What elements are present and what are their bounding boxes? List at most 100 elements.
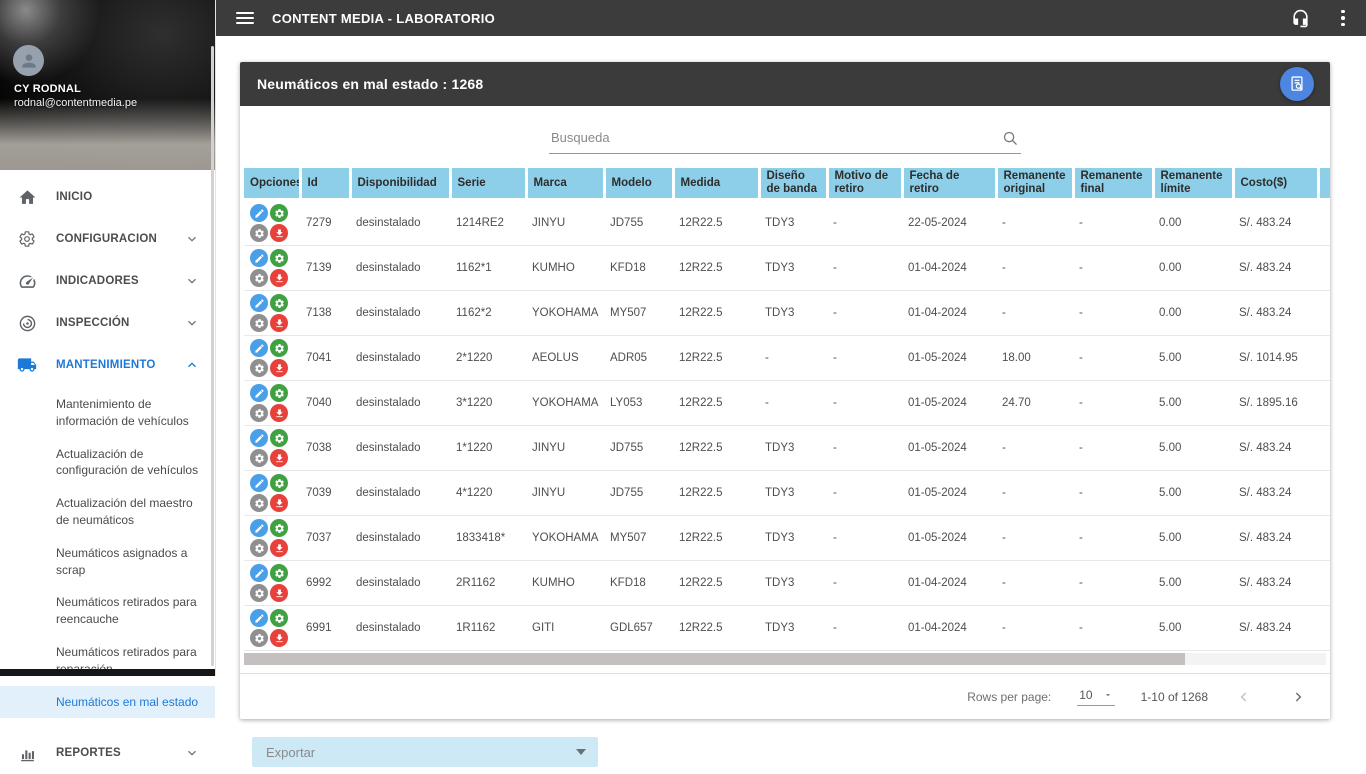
sidebar-item-configuracion[interactable]: CONFIGURACION <box>0 218 215 260</box>
green-settings-button[interactable] <box>270 294 288 312</box>
download-button[interactable] <box>270 314 288 332</box>
cell-medida: 12R22.5 <box>673 291 759 336</box>
green-settings-button[interactable] <box>270 339 288 357</box>
gray-settings-button[interactable] <box>250 224 268 242</box>
cell-opciones <box>244 426 300 471</box>
cell-extra <box>1318 336 1330 381</box>
submenu-mantenimiento-informacion-vehiculos[interactable]: Mantenimiento de información de vehículo… <box>0 388 215 438</box>
sidebar-item-mantenimiento[interactable]: MANTENIMIENTO <box>0 344 215 386</box>
sidebar-item-reportes[interactable]: REPORTES <box>0 732 215 774</box>
green-settings-button[interactable] <box>270 204 288 222</box>
download-button[interactable] <box>270 359 288 377</box>
previous-page-button[interactable] <box>1234 687 1254 707</box>
gray-settings-button[interactable] <box>250 269 268 287</box>
cell-costo: S/. 483.24 <box>1233 606 1318 651</box>
cell-id: 7138 <box>300 291 350 336</box>
table-row: 6992desinstalado2R1162KUMHOKFD1812R22.5T… <box>244 561 1330 606</box>
cell-fecha-retiro: 01-05-2024 <box>902 381 996 426</box>
green-settings-button[interactable] <box>270 519 288 537</box>
download-button[interactable] <box>270 629 288 647</box>
edit-button[interactable] <box>250 564 268 582</box>
submenu-neumaticos-mal-estado[interactable]: Neumáticos en mal estado <box>0 686 215 719</box>
download-button[interactable] <box>270 449 288 467</box>
gear-icon <box>274 343 285 354</box>
inspection-icon <box>17 313 37 333</box>
cell-extra <box>1318 381 1330 426</box>
green-settings-button[interactable] <box>270 384 288 402</box>
sidebar-item-inicio[interactable]: INICIO <box>0 176 215 218</box>
download-button[interactable] <box>270 494 288 512</box>
gear-icon <box>254 453 265 464</box>
submenu-actualizacion-maestro-neumaticos[interactable]: Actualización del maestro de neumáticos <box>0 487 215 537</box>
green-settings-button[interactable] <box>270 609 288 627</box>
headset-icon[interactable] <box>1288 6 1312 30</box>
sidebar-item-inspeccion[interactable]: INSPECCIÓN <box>0 302 215 344</box>
gray-settings-button[interactable] <box>250 539 268 557</box>
cell-costo: S/. 483.24 <box>1233 561 1318 606</box>
edit-button[interactable] <box>250 204 268 222</box>
cell-extra <box>1318 200 1330 246</box>
cell-costo: S/. 483.24 <box>1233 246 1318 291</box>
cell-extra <box>1318 606 1330 651</box>
cell-opciones <box>244 471 300 516</box>
cell-extra <box>1318 561 1330 606</box>
submenu-neumaticos-reparacion[interactable]: Neumáticos retirados para reparación <box>0 636 215 686</box>
chevron-left-icon <box>1236 689 1252 705</box>
chevron-up-icon <box>185 358 199 372</box>
cell-medida: 12R22.5 <box>673 561 759 606</box>
cell-marca: JINYU <box>526 200 604 246</box>
rows-per-page-select[interactable]: 10 <box>1077 688 1114 706</box>
search-icon[interactable] <box>1002 130 1019 152</box>
sidebar-item-indicadores[interactable]: INDICADORES <box>0 260 215 302</box>
download-button[interactable] <box>270 269 288 287</box>
sidebar-scrollbar[interactable] <box>211 46 214 666</box>
cell-motivo-retiro: - <box>827 606 902 651</box>
edit-button[interactable] <box>250 249 268 267</box>
cell-remanente-final: - <box>1073 561 1153 606</box>
edit-button[interactable] <box>250 609 268 627</box>
kebab-menu-icon[interactable] <box>1334 10 1352 27</box>
avatar[interactable] <box>13 45 44 76</box>
export-dropdown[interactable]: Exportar <box>252 737 598 767</box>
gray-settings-button[interactable] <box>250 584 268 602</box>
person-icon <box>19 51 39 71</box>
edit-button[interactable] <box>250 294 268 312</box>
file-search-button[interactable] <box>1280 67 1314 101</box>
menu-icon[interactable] <box>236 12 254 24</box>
download-button[interactable] <box>270 404 288 422</box>
edit-button[interactable] <box>250 519 268 537</box>
gray-settings-button[interactable] <box>250 359 268 377</box>
cell-remanente-final: - <box>1073 381 1153 426</box>
submenu-neumaticos-scrap[interactable]: Neumáticos asignados a scrap <box>0 537 215 587</box>
gray-settings-button[interactable] <box>250 314 268 332</box>
green-settings-button[interactable] <box>270 249 288 267</box>
search-input[interactable] <box>549 126 1021 154</box>
horizontal-scrollbar-thumb[interactable] <box>244 653 1185 665</box>
green-settings-button[interactable] <box>270 474 288 492</box>
green-settings-button[interactable] <box>270 564 288 582</box>
cell-serie: 4*1220 <box>450 471 526 516</box>
download-button[interactable] <box>270 539 288 557</box>
download-button[interactable] <box>270 224 288 242</box>
gray-settings-button[interactable] <box>250 449 268 467</box>
edit-button[interactable] <box>250 429 268 447</box>
gray-settings-button[interactable] <box>250 629 268 647</box>
gray-settings-button[interactable] <box>250 494 268 512</box>
pagination-bar: Rows per page: 10 1-10 of 1268 <box>240 673 1330 719</box>
edit-button[interactable] <box>250 339 268 357</box>
table-row: 7041desinstalado2*1220AEOLUSADR0512R22.5… <box>244 336 1330 381</box>
edit-button[interactable] <box>250 384 268 402</box>
column-header-motivo-de-retiro: Motivo de retiro <box>827 168 902 200</box>
column-header-dise-o-de-banda: Diseño de banda <box>759 168 827 200</box>
edit-button[interactable] <box>250 474 268 492</box>
column-header-disponibilidad: Disponibilidad <box>350 168 450 200</box>
download-button[interactable] <box>270 584 288 602</box>
next-page-button[interactable] <box>1288 687 1308 707</box>
green-settings-button[interactable] <box>270 429 288 447</box>
cell-fecha-retiro: 01-04-2024 <box>902 291 996 336</box>
gray-settings-button[interactable] <box>250 404 268 422</box>
cell-medida: 12R22.5 <box>673 336 759 381</box>
table-row: 7138desinstalado1162*2YOKOHAMAMY50712R22… <box>244 291 1330 336</box>
submenu-actualizacion-configuracion-vehiculos[interactable]: Actualización de configuración de vehícu… <box>0 438 215 488</box>
submenu-neumaticos-reencauche[interactable]: Neumáticos retirados para reencauche <box>0 586 215 636</box>
